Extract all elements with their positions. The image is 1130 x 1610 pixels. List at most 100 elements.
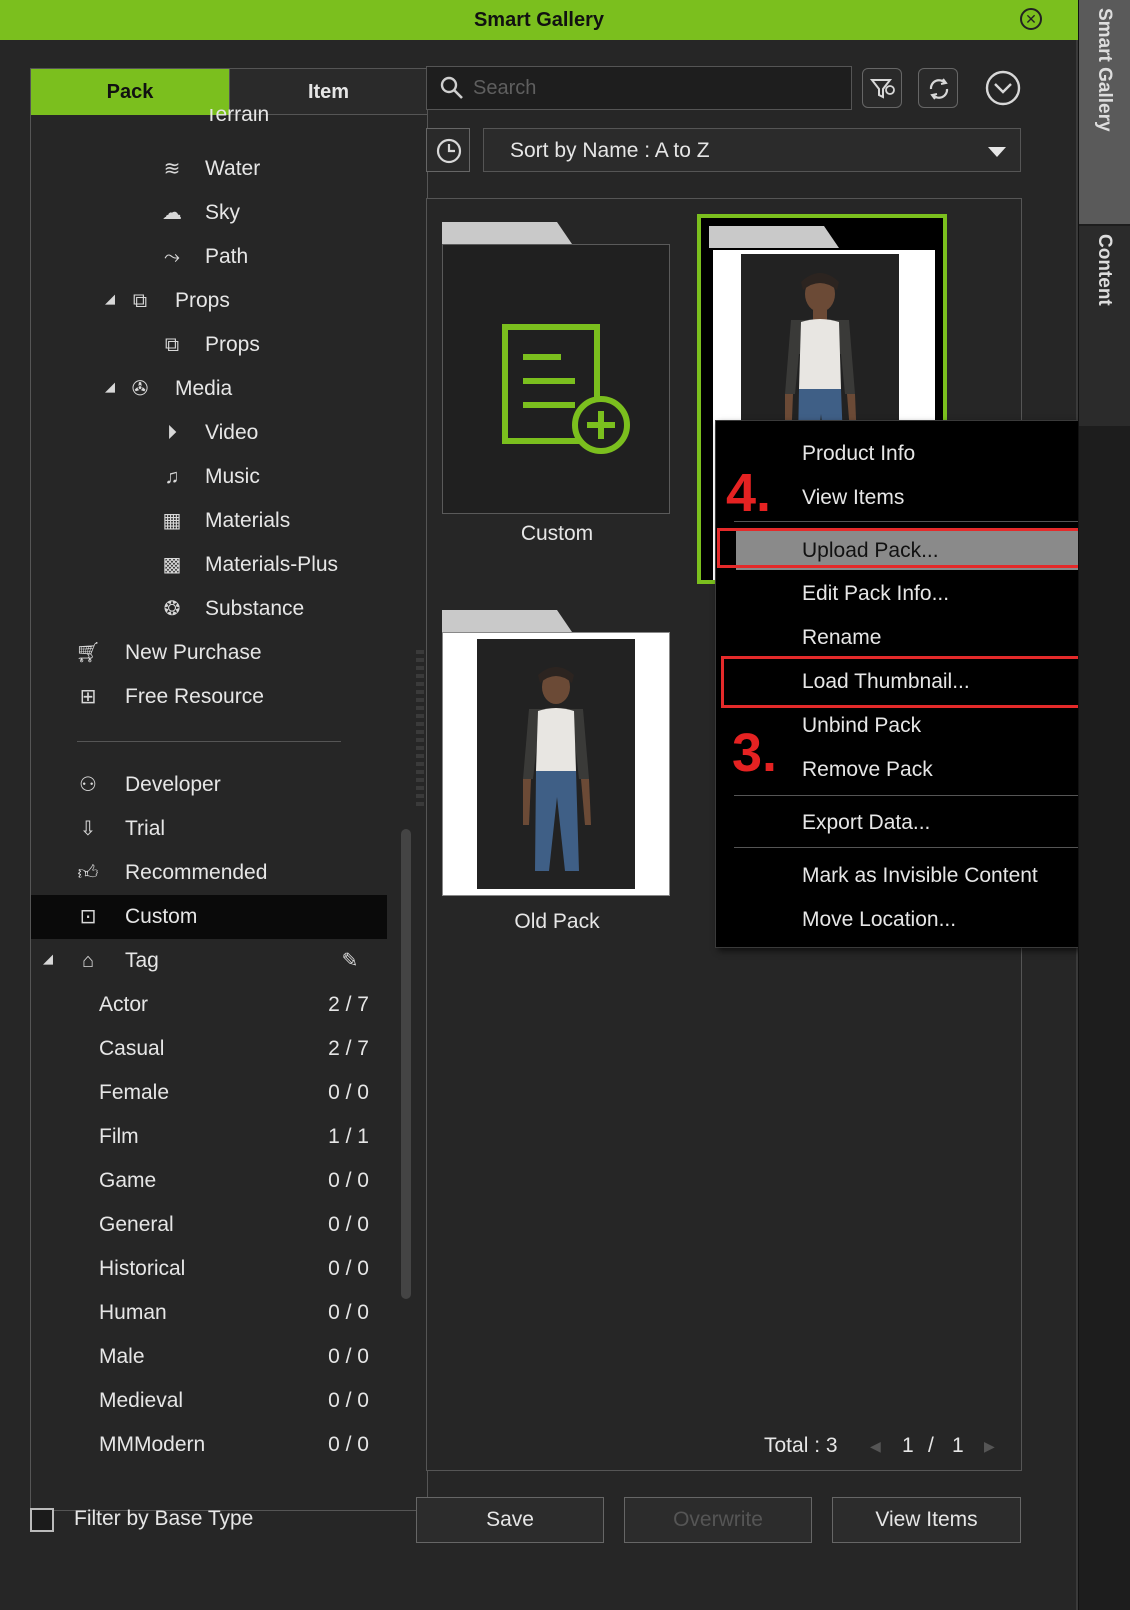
tag-row[interactable]: General 0 / 0 <box>31 1203 403 1247</box>
custom-icon: ⊡ <box>79 906 97 928</box>
tree-item-label: Tag <box>125 949 159 972</box>
tree-item-label: New Purchase <box>125 641 262 664</box>
tree-item-label: Video <box>205 421 259 444</box>
tree-item-materials-plus[interactable]: ▩ Materials-Plus <box>31 543 403 587</box>
menu-separator <box>734 847 1100 848</box>
prev-page-icon[interactable]: ◀ <box>870 1438 881 1455</box>
tree-item-water[interactable]: ≋ Water <box>31 147 403 191</box>
tag-row[interactable]: Film 1 / 1 <box>31 1115 403 1159</box>
filter-label: Filter by Base Type <box>74 1507 254 1530</box>
tag-row[interactable]: Casual 2 / 7 <box>31 1027 403 1071</box>
menu-item-export-data[interactable]: Export Data... <box>716 802 1101 842</box>
props-icon: ⧉ <box>132 290 148 312</box>
menu-item-mark-invisible[interactable]: Mark as Invisible Content <box>716 855 1101 895</box>
character-figure <box>523 667 591 871</box>
step-3-label: 3. <box>732 723 778 783</box>
tree-item-materials[interactable]: ▦ Materials <box>31 499 403 543</box>
water-icon: ≋ <box>163 158 181 180</box>
tag-label: MMModern <box>99 1433 206 1456</box>
total-pages: 1 <box>952 1434 964 1457</box>
pencil-icon[interactable]: ✎ <box>337 949 363 973</box>
menu-item-view-items[interactable]: View Items <box>716 477 1101 517</box>
tree-item-props-group[interactable]: ◢ ⧉ Props <box>31 279 403 323</box>
tree-item-label: Custom <box>125 905 198 928</box>
expand-triangle-icon[interactable]: ◢ <box>105 291 115 307</box>
tag-row[interactable]: Historical 0 / 0 <box>31 1247 403 1291</box>
rail-tab-smart-gallery[interactable]: Smart Gallery <box>1079 0 1130 224</box>
search-box[interactable] <box>426 66 852 110</box>
tree-item-terrain[interactable]: ▬ Terrain <box>31 109 403 125</box>
tree-item-video[interactable]: ⏵ Video <box>31 411 403 455</box>
tree-item-label: Music <box>205 465 260 488</box>
tag-count: 0 / 0 <box>328 1169 369 1192</box>
overwrite-button[interactable]: Overwrite <box>624 1497 812 1543</box>
title-bar[interactable]: Smart Gallery ✕ <box>0 0 1078 40</box>
menu-item-move-location[interactable]: Move Location... <box>716 899 1101 939</box>
tree-item-media-group[interactable]: ◢ ✇ Media <box>31 367 403 411</box>
funnel-icon <box>869 79 895 99</box>
tag-row[interactable]: Medieval 0 / 0 <box>31 1379 403 1423</box>
history-button[interactable] <box>426 128 470 172</box>
tree-item-path[interactable]: ⤳ Path <box>31 235 403 279</box>
tree-item-label: Substance <box>205 597 305 620</box>
tag-count: 2 / 7 <box>328 1037 369 1060</box>
tree-item-label: Recommended <box>125 861 268 884</box>
tag-row[interactable]: Actor 2 / 7 <box>31 983 403 1027</box>
menu-item-edit-pack-info[interactable]: Edit Pack Info... <box>716 573 1101 613</box>
tree-item-music[interactable]: ♫ Music <box>31 455 403 499</box>
tree-item-props[interactable]: ⧉ Props <box>31 323 403 367</box>
tag-label: Female <box>99 1081 170 1104</box>
tree-item-label: Media <box>175 377 233 400</box>
tree-item-custom[interactable]: ⊡ Custom <box>31 895 387 939</box>
close-icon[interactable]: ✕ <box>1020 8 1042 30</box>
view-items-button[interactable]: View Items <box>832 1497 1021 1543</box>
chevron-down-icon[interactable] <box>983 68 1023 108</box>
left-panel: Pack Item ▬ Terrain ≋ Water ☁ Sky ⤳ Path… <box>30 68 428 1511</box>
sync-button[interactable] <box>918 68 958 108</box>
tag-count: 1 / 1 <box>328 1125 369 1148</box>
tag-label: Actor <box>99 993 149 1016</box>
props-icon: ⧉ <box>164 334 180 356</box>
tag-label: Male <box>99 1345 145 1368</box>
filter-button[interactable] <box>862 68 902 108</box>
tree-item-substance[interactable]: ❂ Substance <box>31 587 403 631</box>
tag-row[interactable]: MMModern 0 / 0 <box>31 1423 403 1467</box>
rail-tab-content[interactable]: Content <box>1079 226 1130 426</box>
tree-item-sky[interactable]: ☁ Sky <box>31 191 403 235</box>
tree-item-developer[interactable]: ⚇ Developer <box>31 763 403 807</box>
tag-label: Human <box>99 1301 167 1324</box>
tree-item-trial[interactable]: ⇩ Trial <box>31 807 403 851</box>
tree-item-tag[interactable]: ◢ ⌂ Tag ✎ <box>31 939 403 983</box>
tree-item-label: Materials <box>205 509 291 532</box>
gift-icon: ⊞ <box>79 686 97 708</box>
search-input[interactable] <box>473 73 843 103</box>
card-body <box>442 244 670 514</box>
menu-item-product-info[interactable]: Product Info <box>716 433 1101 473</box>
filter-by-base-type[interactable]: Filter by Base Type <box>30 1503 350 1543</box>
menu-item-rename[interactable]: Rename <box>716 617 1101 657</box>
tree-item-free-resource[interactable]: ⊞ Free Resource <box>31 675 403 719</box>
next-page-icon[interactable]: ▶ <box>984 1438 995 1455</box>
expand-triangle-icon[interactable]: ◢ <box>43 951 53 967</box>
tree-item-label: Sky <box>205 201 241 224</box>
tree-item-new-purchase[interactable]: 🛒︎ New Purchase <box>31 631 403 675</box>
sort-dropdown[interactable]: Sort by Name : A to Z <box>483 128 1021 172</box>
thumbs-up-icon: 👍︎ <box>77 862 99 884</box>
tag-row[interactable]: Human 0 / 0 <box>31 1291 403 1335</box>
tag-label: Medieval <box>99 1389 184 1412</box>
new-pack-icon <box>502 324 630 454</box>
tag-count: 0 / 0 <box>328 1213 369 1236</box>
highlight-box-load-thumbnail <box>721 656 1100 708</box>
left-scrollbar[interactable] <box>401 829 411 1299</box>
tree-item-label: Props <box>205 333 260 356</box>
filter-checkbox[interactable] <box>30 1508 54 1532</box>
tree-item-label: Free Resource <box>125 685 264 708</box>
tag-row[interactable]: Male 0 / 0 <box>31 1335 403 1379</box>
tag-row[interactable]: Female 0 / 0 <box>31 1071 403 1115</box>
expand-triangle-icon[interactable]: ◢ <box>105 379 115 395</box>
tag-row[interactable]: Game 0 / 0 <box>31 1159 403 1203</box>
tree-item-recommended[interactable]: 👍︎ Recommended <box>31 851 403 895</box>
menu-separator <box>734 795 1100 796</box>
save-button[interactable]: Save <box>416 1497 604 1543</box>
splitter-handle[interactable] <box>416 650 424 810</box>
